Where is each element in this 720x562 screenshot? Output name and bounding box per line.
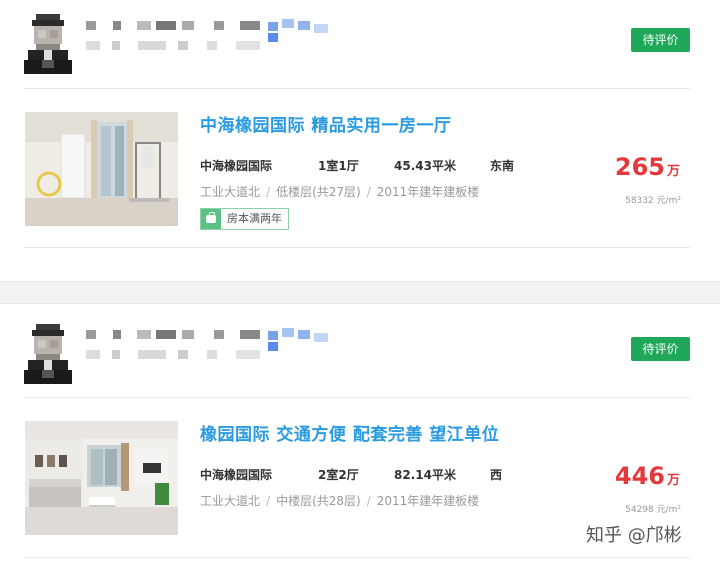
price-value: 446	[614, 462, 665, 490]
build-year: 2011年建年建板楼	[376, 494, 480, 508]
listing-subinfo: 工业大道北 / 低楼层(共27层) / 2011年建年建板楼	[200, 183, 479, 200]
listing-subinfo: 工业大道北 / 中楼层(共28层) / 2011年建年建板楼	[200, 492, 479, 509]
orientation: 西	[490, 468, 503, 482]
room-layout: 1室1厅	[318, 159, 359, 173]
divider	[24, 557, 690, 558]
location: 工业大道北	[200, 494, 261, 508]
orientation: 东南	[490, 159, 515, 173]
feature-tag: 房本满两年	[200, 208, 289, 230]
listing-photo[interactable]	[25, 421, 178, 535]
separator: /	[266, 185, 271, 199]
community-name[interactable]: 中海橡园国际	[200, 466, 272, 483]
listing-card-1: 待评价 中海橡园国际 精品实用一房一厅 中海橡园国际 1室1厅 45.43平米 …	[0, 0, 720, 281]
floor-area: 45.43平米	[394, 159, 456, 173]
floor-level: 中楼层(共28层)	[276, 494, 361, 508]
room-layout: 2室2厅	[318, 468, 359, 482]
floor-level: 低楼层(共27层)	[276, 185, 361, 199]
avatar[interactable]	[24, 322, 72, 384]
evaluate-button[interactable]: 待评价	[631, 337, 690, 361]
avatar[interactable]	[24, 12, 72, 74]
price-unit: 万	[666, 164, 680, 179]
divider	[24, 247, 690, 248]
total-price: 446 万	[615, 462, 680, 490]
total-price: 265 万	[615, 153, 680, 181]
unit-price: 54298 元/m²	[625, 505, 681, 515]
divider	[24, 88, 690, 89]
watermark: 知乎 @邝彬	[586, 525, 682, 546]
evaluate-button[interactable]: 待评价	[631, 28, 690, 52]
listing-photo[interactable]	[25, 112, 178, 226]
tag-label: 房本满两年	[227, 212, 282, 225]
listing-title[interactable]: 橡园国际 交通方便 配套完善 望江单位	[200, 420, 499, 445]
separator: /	[366, 185, 371, 199]
community-name[interactable]: 中海橡园国际	[200, 157, 272, 174]
house-badge-icon	[201, 209, 221, 229]
floor-area: 82.14平米	[394, 468, 456, 482]
location: 工业大道北	[200, 185, 261, 199]
price-unit: 万	[666, 473, 680, 488]
listing-title[interactable]: 中海橡园国际 精品实用一房一厅	[200, 111, 451, 136]
build-year: 2011年建年建板楼	[376, 185, 480, 199]
separator: /	[366, 494, 371, 508]
separator: /	[266, 494, 271, 508]
unit-price: 58332 元/m²	[625, 196, 681, 206]
price-value: 265	[614, 153, 665, 181]
section-border	[0, 281, 720, 282]
divider	[24, 397, 690, 398]
